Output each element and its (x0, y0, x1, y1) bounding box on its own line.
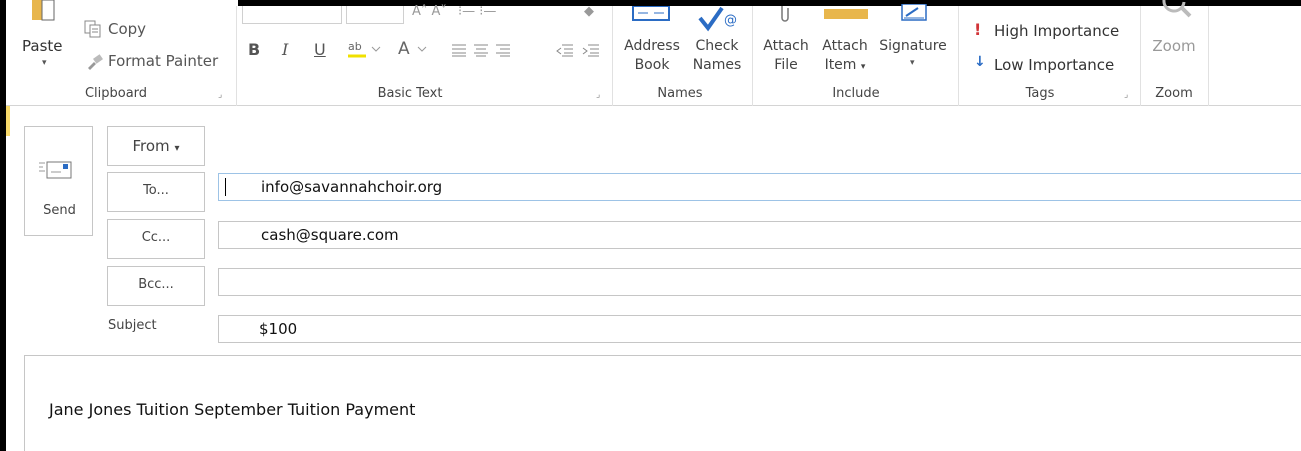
paste-label: Paste (22, 37, 63, 55)
cc-value: cash@square.com (261, 226, 399, 244)
high-importance-label: High Importance (994, 22, 1120, 40)
format-painter-label: Format Painter (108, 52, 219, 70)
underline-button[interactable]: U (314, 40, 326, 59)
low-importance-button[interactable]: ↓ Low Importance (972, 54, 1132, 76)
paste-button[interactable]: Paste ▾ (22, 0, 74, 80)
dialog-launcher-icon[interactable]: ⌟ (218, 90, 222, 100)
subject-field[interactable]: $100 (218, 315, 1301, 343)
address-book-button[interactable]: Address Book (618, 0, 686, 82)
svg-text:ab: ab (348, 40, 362, 53)
attach-file-label-2: File (774, 57, 798, 73)
dialog-launcher-icon[interactable]: ⌟ (596, 90, 600, 100)
from-label: From (132, 137, 170, 155)
svg-text:@: @ (724, 13, 737, 28)
to-value: info@savannahchoir.org (261, 178, 443, 196)
send-label: Send (43, 203, 76, 218)
format-painter-icon (86, 54, 104, 74)
address-book-label-1: Address (624, 38, 680, 54)
clipboard-group-label: Clipboard (84, 86, 148, 101)
italic-button[interactable]: I (282, 40, 288, 59)
down-arrow-icon: ↓ (974, 54, 986, 70)
font-color-icon[interactable]: A (396, 38, 436, 60)
include-group-label: Include (832, 86, 880, 101)
attach-item-label-1: Attach (822, 38, 868, 54)
bcc-button[interactable]: Bcc... (107, 266, 205, 306)
zoom-group-label: Zoom (1155, 86, 1193, 101)
bcc-field[interactable] (218, 268, 1301, 296)
paperclip-icon (778, 4, 792, 28)
to-button[interactable]: To... (107, 172, 205, 212)
increase-indent-icon[interactable] (582, 42, 600, 61)
names-group-label: Names (657, 86, 703, 101)
magnifier-icon (1156, 0, 1192, 30)
decrease-indent-icon[interactable] (556, 42, 574, 61)
check-names-icon: @ (698, 6, 738, 36)
attach-item-button[interactable]: Attach Item ▾ (816, 0, 874, 82)
font-name-box[interactable] (242, 6, 342, 24)
bullets-icon[interactable]: ⁝— ⁝— (458, 4, 496, 19)
zoom-label: Zoom (1152, 37, 1196, 55)
clipboard-icon (32, 0, 56, 22)
attach-item-label-2: Item ▾ (816, 56, 874, 76)
align-right-icon[interactable] (496, 42, 512, 61)
attach-file-button[interactable]: Attach File (758, 0, 814, 82)
chevron-down-icon: ▾ (42, 58, 47, 68)
check-names-label-1: Check (695, 38, 739, 54)
copy-icon (84, 20, 102, 42)
envelope-folder-icon (824, 6, 868, 25)
signature-button[interactable]: Signature ▾ (874, 0, 952, 82)
copy-label: Copy (108, 20, 147, 38)
to-field[interactable]: info@savannahchoir.org (218, 173, 1301, 201)
check-names-label-2: Names (692, 57, 742, 73)
group-separator (752, 6, 753, 106)
high-importance-button[interactable]: ! High Importance (972, 20, 1132, 42)
attach-item-text: Item (824, 57, 857, 73)
copy-button[interactable]: Copy (84, 20, 164, 42)
exclamation-icon: ! (974, 20, 982, 39)
text-cursor (225, 178, 226, 196)
message-body[interactable]: Jane Jones Tuition September Tuition Pay… (24, 355, 1301, 451)
group-separator (958, 6, 959, 106)
group-separator (1140, 6, 1141, 106)
send-button[interactable]: Send (24, 126, 93, 236)
signature-icon (900, 3, 928, 28)
group-separator (612, 6, 613, 106)
address-book-label-2: Book (634, 57, 670, 73)
chevron-down-icon: ▾ (174, 143, 180, 154)
font-size-box[interactable] (346, 6, 404, 24)
dialog-launcher-icon[interactable]: ⌟ (1124, 90, 1128, 100)
subject-value: $100 (259, 320, 298, 338)
cc-button[interactable]: Cc... (107, 219, 205, 259)
message-body-text: Jane Jones Tuition September Tuition Pay… (49, 400, 416, 419)
cc-field[interactable]: cash@square.com (218, 221, 1301, 249)
group-separator (236, 6, 237, 106)
grow-font-icon[interactable]: A˄ A˅ (412, 4, 447, 19)
signature-label: Signature (879, 38, 947, 54)
clear-format-icon[interactable]: ◆ (584, 4, 594, 19)
tags-group-label: Tags (1025, 86, 1055, 101)
format-painter-button[interactable]: Format Painter (86, 52, 226, 74)
info-bar-marker (6, 106, 10, 136)
address-book-icon (632, 5, 670, 26)
check-names-button[interactable]: @ Check Names (688, 0, 746, 82)
low-importance-label: Low Importance (994, 56, 1115, 74)
from-button[interactable]: From ▾ (107, 126, 205, 166)
highlight-icon[interactable]: ab (346, 38, 386, 60)
align-center-icon[interactable] (474, 42, 490, 61)
svg-text:A: A (398, 39, 410, 59)
group-separator (1208, 6, 1209, 106)
align-left-icon[interactable] (452, 42, 468, 61)
attach-file-label-1: Attach (763, 38, 809, 54)
chevron-down-icon: ▾ (910, 58, 915, 68)
basic-text-group-label: Basic Text (377, 86, 443, 101)
chevron-down-icon: ▾ (860, 62, 866, 72)
bold-button[interactable]: B (248, 40, 260, 59)
send-envelope-icon (39, 159, 79, 185)
zoom-button[interactable]: Zoom (1144, 0, 1204, 82)
subject-label: Subject (108, 318, 157, 333)
